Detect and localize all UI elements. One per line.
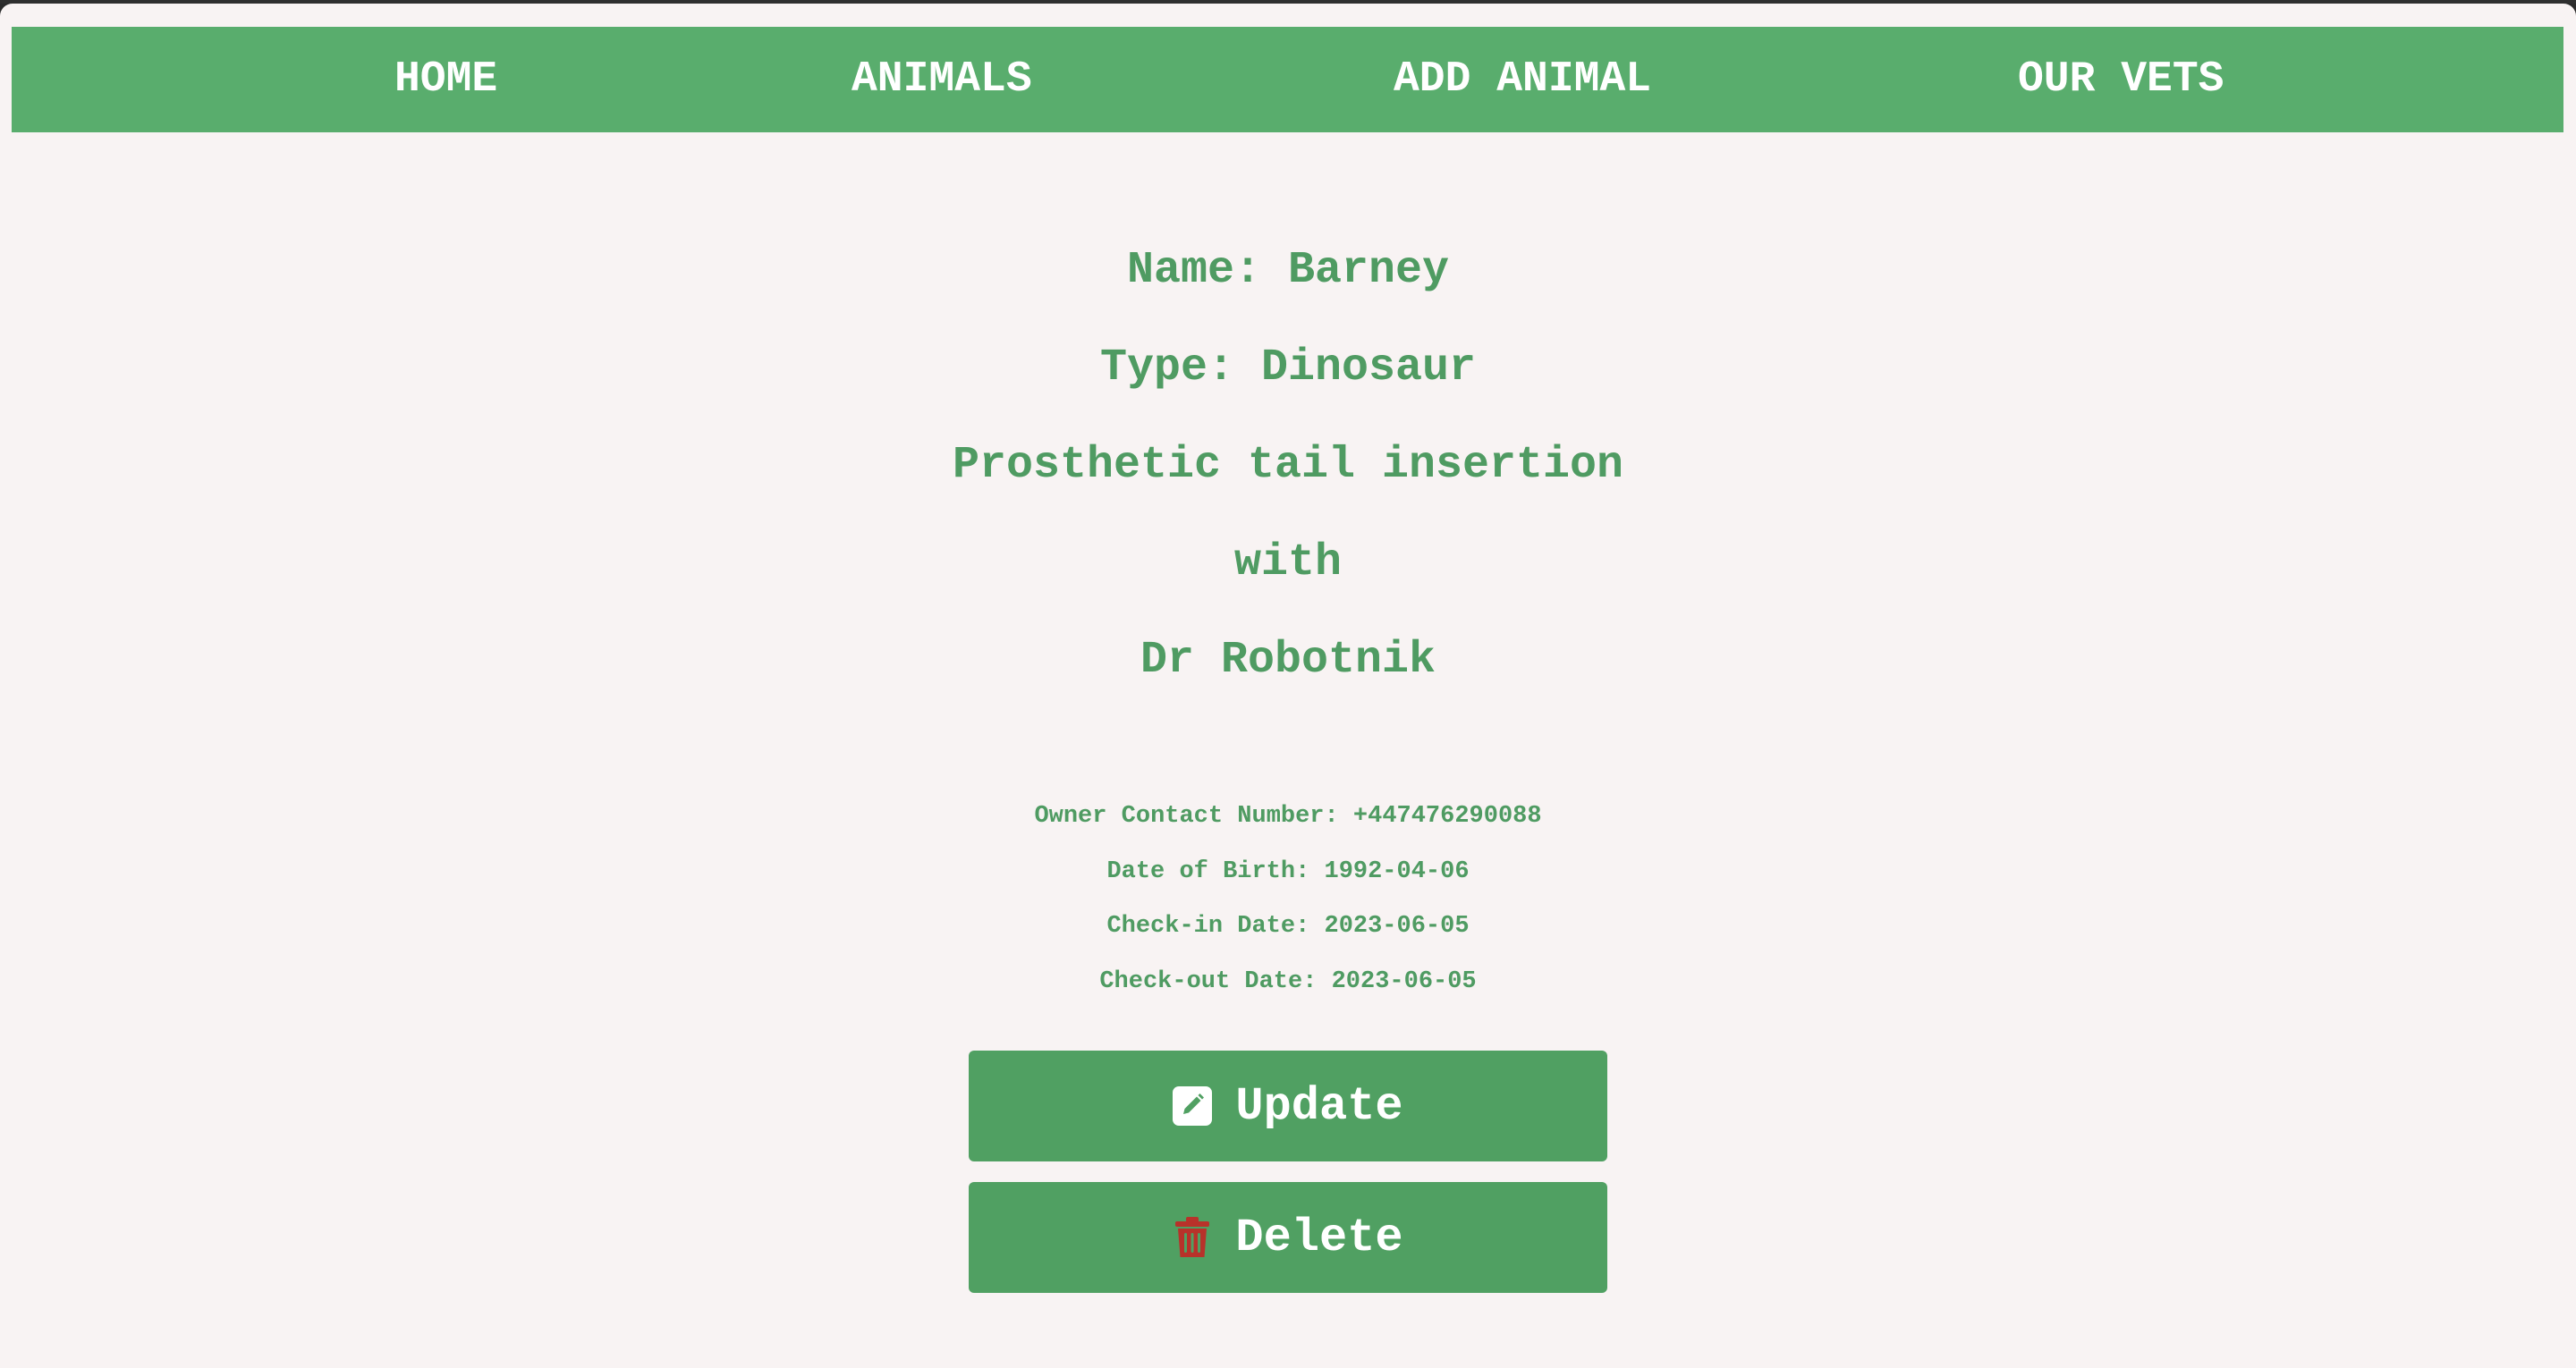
date-of-birth: Date of Birth: 1992-04-06 [1106, 858, 1470, 885]
delete-button-label: Delete [1235, 1211, 1403, 1264]
check-out-date: Check-out Date: 2023-06-05 [1099, 968, 1477, 995]
check-in-date: Check-in Date: 2023-06-05 [1106, 913, 1470, 940]
animal-type: Type: Dinosaur [1099, 342, 1477, 393]
owner-contact-number: Owner Contact Number: +447476290088 [1034, 803, 1542, 830]
animal-detail: Name: Barney Type: Dinosaur Prosthetic t… [0, 4, 2576, 1368]
update-button-label: Update [1235, 1079, 1403, 1133]
browser-page: HOME ANIMALS ADD ANIMAL OUR VETS Name: B… [0, 4, 2576, 1368]
trash-icon [1173, 1216, 1212, 1259]
delete-button[interactable]: Delete [969, 1182, 1607, 1293]
with-label: with [1233, 537, 1343, 588]
update-button[interactable]: Update [969, 1051, 1607, 1161]
pencil-square-icon [1173, 1085, 1213, 1127]
animal-name: Name: Barney [1126, 245, 1450, 296]
procedure-name: Prosthetic tail insertion [952, 440, 1624, 491]
vet-name: Dr Robotnik [1140, 635, 1436, 686]
